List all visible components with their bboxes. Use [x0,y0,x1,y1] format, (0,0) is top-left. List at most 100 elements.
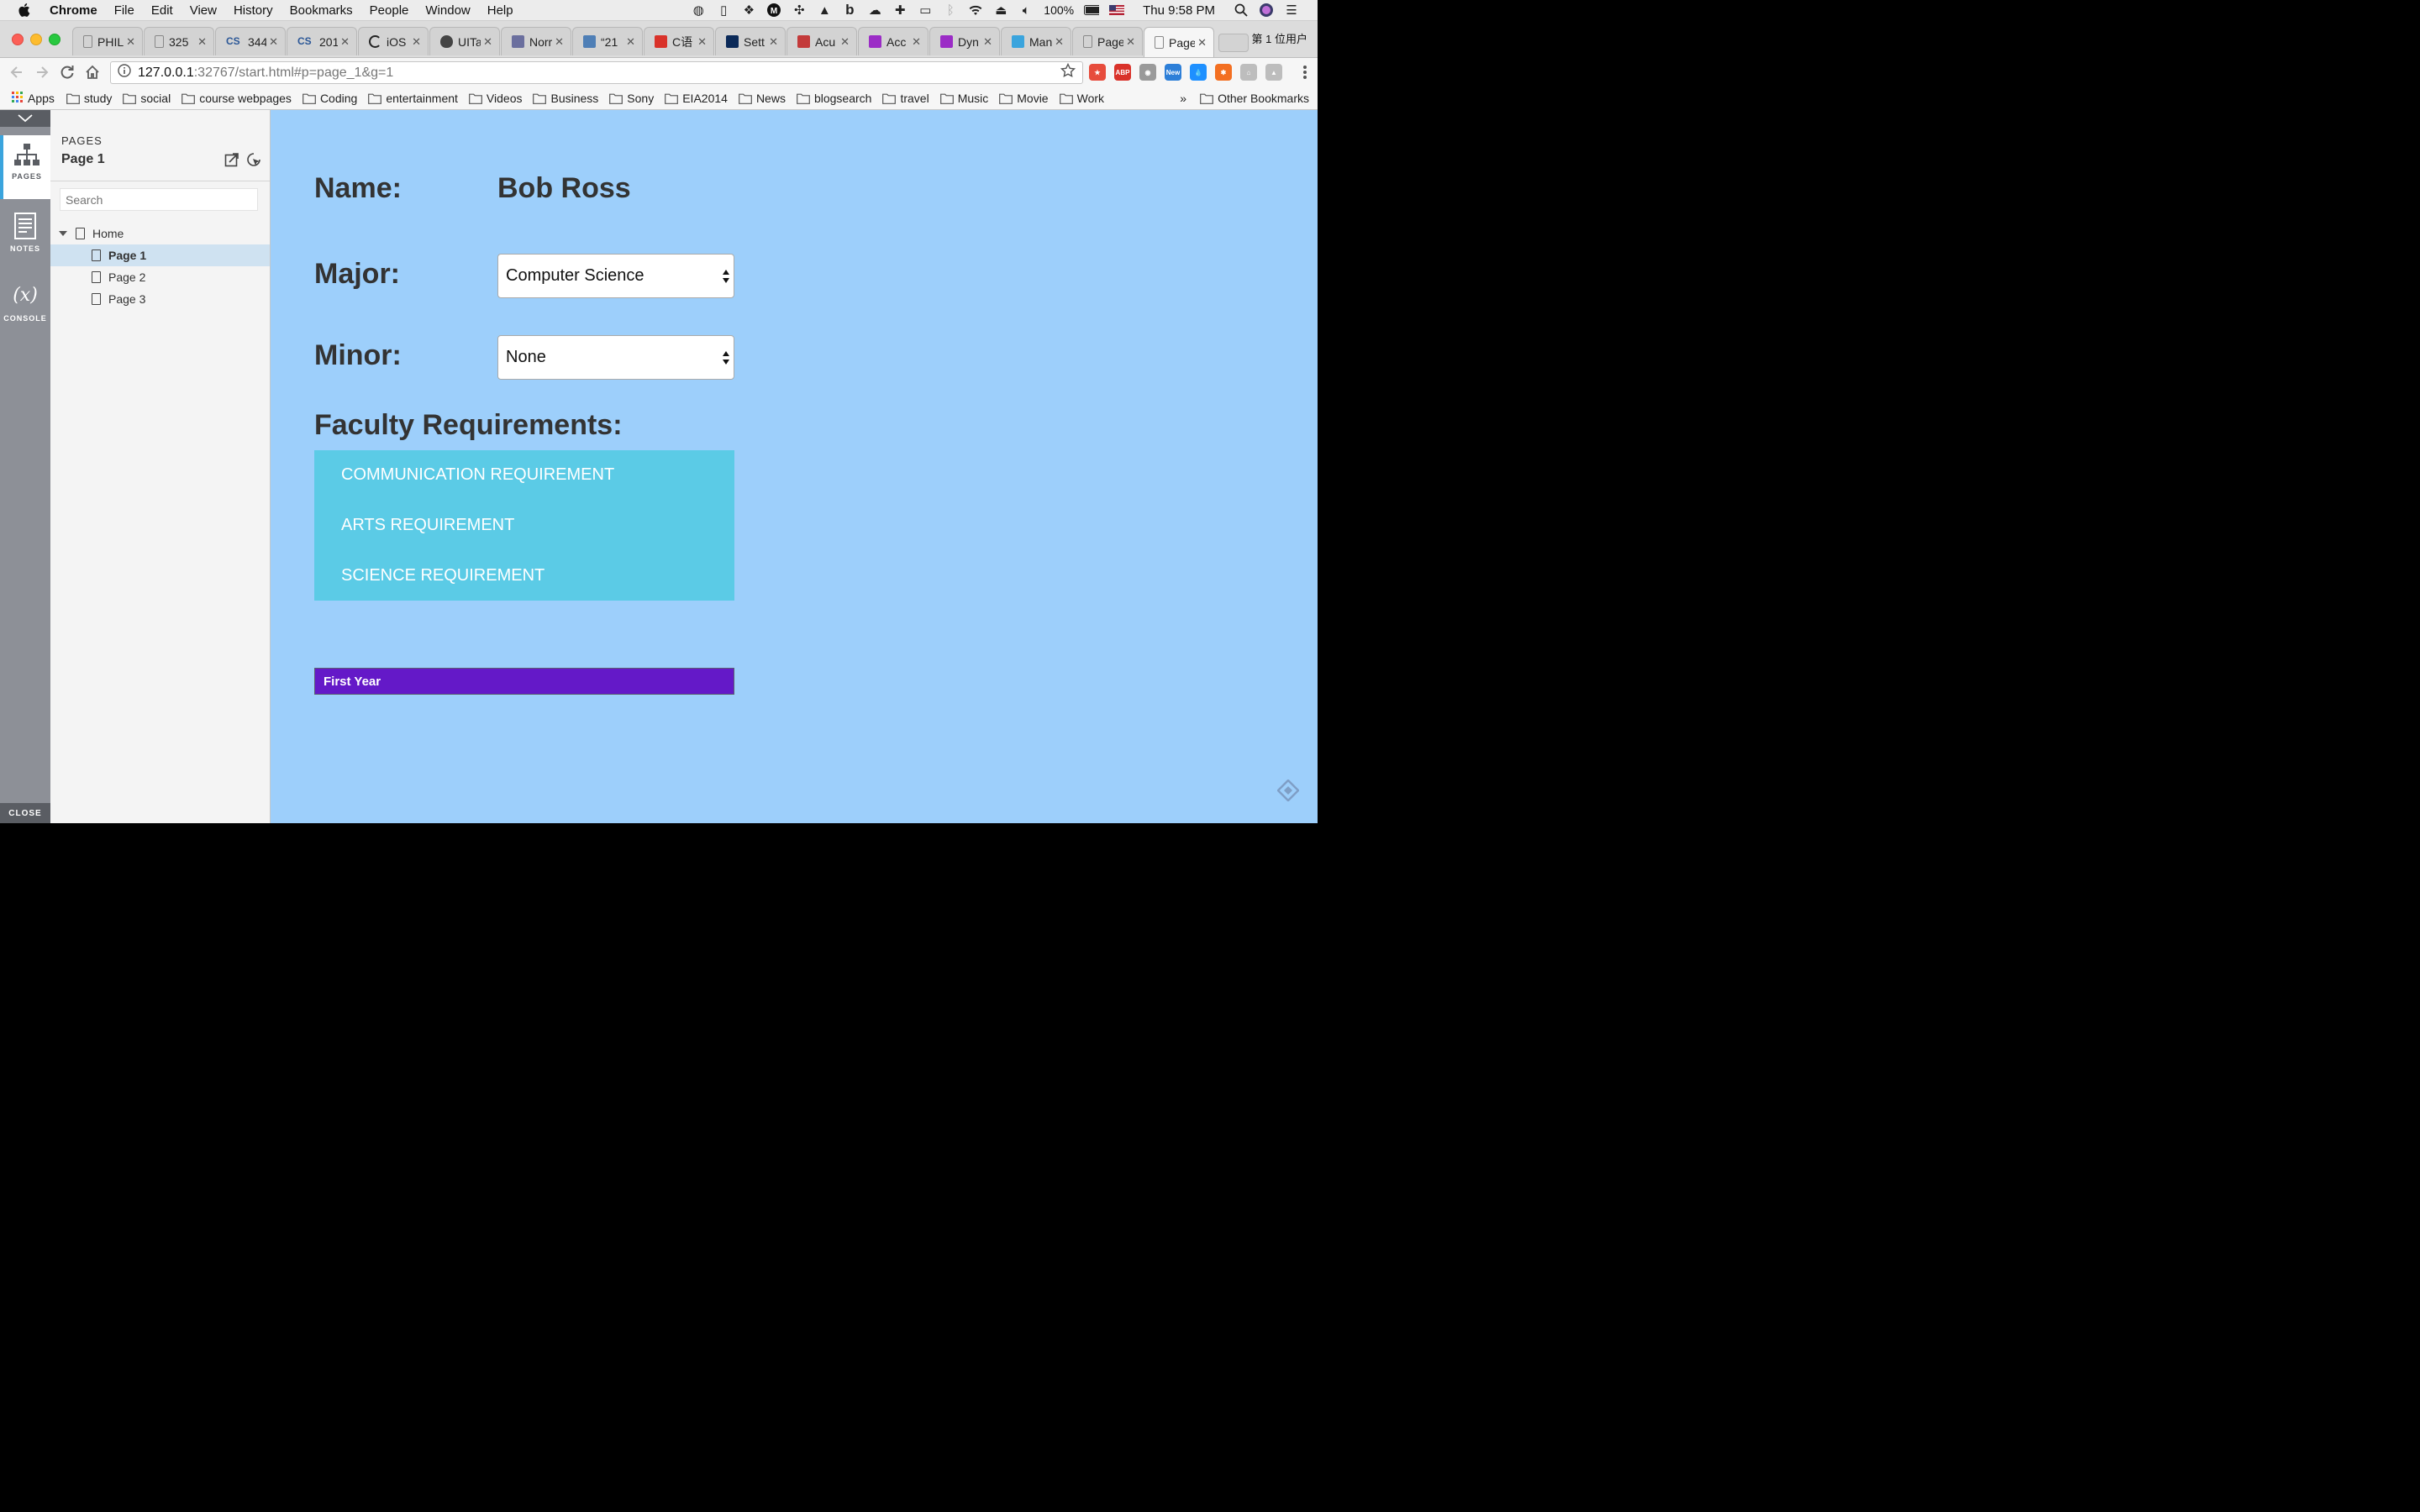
close-tab-icon[interactable]: ✕ [840,35,850,49]
close-tab-icon[interactable]: ✕ [697,35,707,49]
us-flag-icon[interactable] [1109,3,1125,18]
bookmark-apps[interactable]: Apps [12,91,55,106]
menu-view[interactable]: View [190,3,217,18]
browser-tab[interactable]: Page ✕ [1072,27,1143,55]
b-app-icon[interactable]: b [842,2,857,18]
bookmark-folder[interactable]: social [123,92,171,105]
sun-ext-icon[interactable]: ✱ [1215,64,1232,81]
close-tab-icon[interactable]: ✕ [626,35,635,49]
first-year-bar[interactable]: First Year [314,668,734,695]
drop-ext-icon[interactable]: 💧 [1190,64,1207,81]
browser-tab[interactable]: “21 ✕ [572,27,643,55]
bookmark-folder[interactable]: study [66,92,112,105]
address-bar[interactable]: 127.0.0.1:32767/start.html#p=page_1&g=1 [110,61,1083,84]
site-info-icon[interactable] [118,64,131,81]
close-tab-icon[interactable]: ✕ [1055,35,1064,49]
bookmark-folder[interactable]: Music [939,92,988,105]
menu-people[interactable]: People [370,3,409,18]
tree-node-home[interactable]: Home [50,223,270,244]
close-tab-icon[interactable]: ✕ [269,35,278,49]
expand-triangle-icon[interactable] [59,231,67,236]
apple-menu-icon[interactable] [18,3,32,18]
browser-tab[interactable]: Acc ✕ [858,27,929,55]
bookmark-folder[interactable]: Business [533,92,598,105]
google-drive-icon[interactable]: ▲ [817,3,832,18]
profile-button[interactable]: 第 1 位用户 [1252,30,1307,46]
browser-tab[interactable]: CS 344 ✕ [215,27,286,55]
browser-tab[interactable]: UITa ✕ [429,27,500,55]
siri-icon[interactable] [1259,3,1274,18]
bookmark-folder[interactable]: News [739,92,786,105]
bluetooth-icon[interactable]: ᛒ [943,3,958,18]
home-icon[interactable] [84,64,101,81]
menu-history[interactable]: History [234,3,273,18]
menu-edit[interactable]: Edit [151,3,173,18]
browser-tab[interactable]: Acu ✕ [786,27,857,55]
camera-ext-icon[interactable]: ◉ [1139,64,1156,81]
requirement-arts[interactable]: ARTS REQUIREMENT [341,516,514,535]
menu-help[interactable]: Help [487,3,513,18]
close-tab-icon[interactable]: ✕ [483,35,492,49]
browser-tab[interactable]: Norr ✕ [501,27,571,55]
bookmark-folder[interactable]: EIA2014 [665,92,728,105]
new-tab-button[interactable] [1218,34,1249,52]
bookmark-folder[interactable]: Videos [469,92,522,105]
tools-icon[interactable]: ✣ [792,3,807,18]
bookmark-star-icon[interactable] [1060,62,1076,82]
bookmark-folder[interactable]: blogsearch [797,92,871,105]
browser-tab[interactable]: iOS ✕ [358,27,429,55]
zoom-window-button[interactable] [49,34,60,45]
bookmark-folder[interactable]: travel [882,92,929,105]
rail-close-button[interactable]: CLOSE [0,803,50,823]
close-tab-icon[interactable]: ✕ [1197,36,1207,50]
bookmark-folder[interactable]: course webpages [182,92,292,105]
spotlight-search-icon[interactable] [1234,3,1249,18]
airplay-icon[interactable]: ⏏ [993,3,1008,18]
notification-center-icon[interactable]: ☰ [1284,3,1299,18]
hotspot-toggle-icon[interactable] [246,152,261,167]
close-tab-icon[interactable]: ✕ [340,35,350,49]
menu-bookmarks[interactable]: Bookmarks [290,3,353,18]
requirement-science[interactable]: SCIENCE REQUIREMENT [341,566,544,585]
close-tab-icon[interactable]: ✕ [126,35,135,49]
browser-tab[interactable]: CS 201 ✕ [287,27,357,55]
browser-tab[interactable]: Man ✕ [1001,27,1071,55]
close-tab-icon[interactable]: ✕ [769,35,778,49]
close-tab-icon[interactable]: ✕ [197,35,207,49]
bookmark-folder[interactable]: Coding [302,92,357,105]
minimize-window-button[interactable] [30,34,42,45]
menu-window[interactable]: Window [425,3,470,18]
close-tab-icon[interactable]: ✕ [983,35,992,49]
qq-icon[interactable]: ◍ [691,3,706,18]
requirement-communication[interactable]: COMMUNICATION REQUIREMENT [341,465,614,485]
wifi-icon[interactable] [968,3,983,18]
battery-icon[interactable] [1084,3,1100,18]
close-tab-icon[interactable]: ✕ [912,35,921,49]
bookmark-other[interactable]: Other Bookmarks [1200,92,1309,105]
bookmark-folder[interactable]: Movie [999,92,1049,105]
forward-arrow-icon[interactable] [34,64,50,81]
close-tab-icon[interactable]: ✕ [555,35,564,49]
phone-icon[interactable]: ▯ [716,3,731,18]
bookmark-folder[interactable]: entertainment [368,92,458,105]
close-tab-icon[interactable]: ✕ [412,35,421,49]
rail-pages-button[interactable]: PAGES [0,135,50,199]
plus-app-icon[interactable]: ✚ [892,3,908,18]
display-icon[interactable]: ▭ [918,3,933,18]
back-arrow-icon[interactable] [8,64,25,81]
adblock-ext-icon[interactable]: ABP [1114,64,1131,81]
rail-notes-button[interactable]: NOTES [0,213,50,253]
m-app-icon[interactable]: M [766,3,781,18]
menu-clock[interactable]: Thu 9:58 PM [1143,3,1215,18]
tree-node-page-3[interactable]: Page 3 [50,288,270,310]
close-window-button[interactable] [12,34,24,45]
minor-select[interactable]: None [497,335,734,380]
bookmarks-overflow-button[interactable]: » [1180,92,1186,105]
dropbox-icon[interactable]: ❖ [741,3,756,18]
bookmark-folder[interactable]: Sony [609,92,654,105]
browser-tab[interactable]: Sett ✕ [715,27,786,55]
browser-tab[interactable]: C语 ✕ [644,27,714,55]
axure-logo-icon[interactable] [1276,779,1300,802]
reload-icon[interactable] [59,64,76,81]
menu-app-chrome[interactable]: Chrome [50,3,97,18]
